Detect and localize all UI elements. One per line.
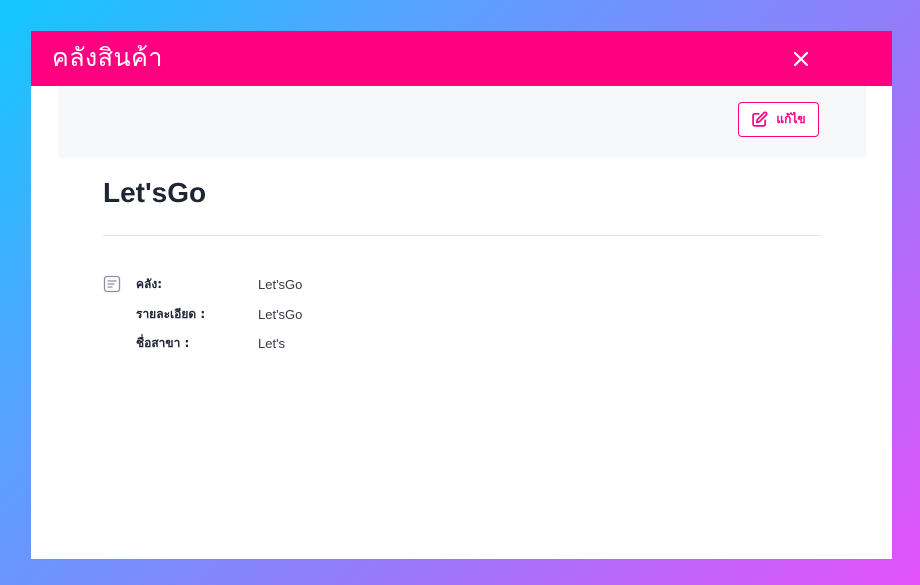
detail-row-description: รายละเอียด : Let'sGo — [136, 304, 302, 324]
modal-title: คลังสินค้า — [52, 43, 163, 72]
document-icon — [103, 275, 121, 293]
edit-icon — [752, 111, 768, 127]
divider — [103, 235, 821, 236]
edit-button[interactable]: แก้ไข — [738, 102, 819, 137]
detail-row-warehouse: คลัง: Let'sGo — [136, 274, 302, 294]
detail-value: Let'sGo — [258, 276, 303, 292]
detail-value: Let'sGo — [258, 306, 303, 322]
detail-label: ชื่อสาขา : — [136, 335, 190, 350]
detail-value: Let's — [258, 335, 286, 351]
toolbar: แก้ไข — [58, 86, 866, 158]
record-title: Let'sGo — [103, 177, 207, 208]
edit-button-label: แก้ไข — [776, 112, 806, 126]
detail-label: รายละเอียด : — [136, 306, 206, 321]
close-button[interactable] — [789, 47, 813, 71]
detail-label: คลัง: — [136, 276, 163, 291]
warehouse-modal: คลังสินค้า แก้ไข Let'sGo คลัง: Let'sGo ร… — [31, 31, 892, 559]
close-icon — [793, 51, 809, 67]
detail-row-branch-name: ชื่อสาขา : Let's — [136, 333, 285, 353]
modal-header: คลังสินค้า — [31, 31, 892, 86]
